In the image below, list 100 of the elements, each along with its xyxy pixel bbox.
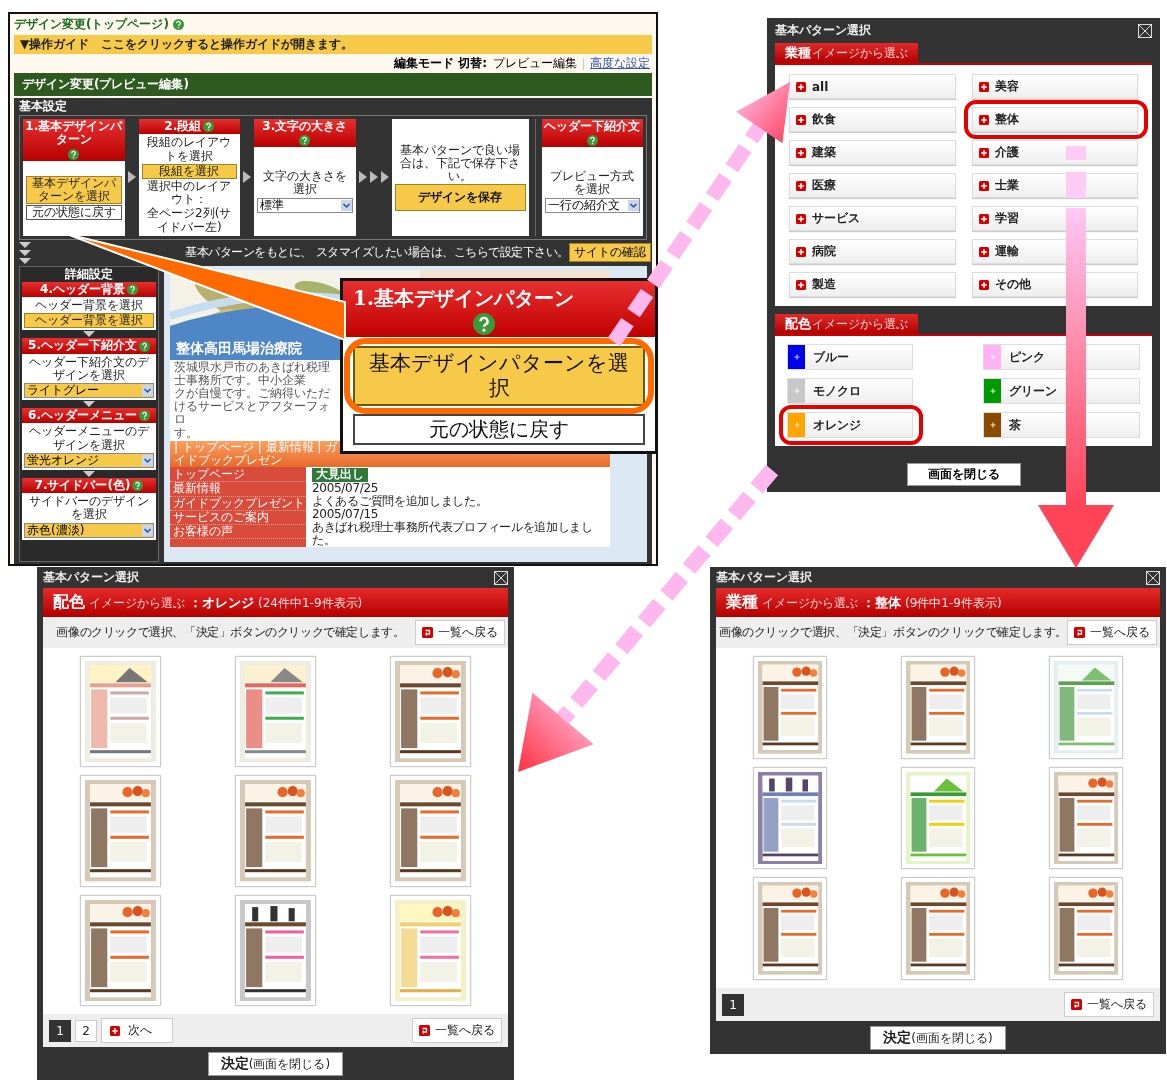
mode-label: 編集モード 切替: — [394, 55, 487, 72]
label-text: 基本パターンで良い場合は、下記で保存下さい。 — [399, 143, 521, 184]
caret-icon — [142, 454, 153, 466]
menu-item[interactable]: トップページ — [170, 468, 306, 483]
category-button[interactable]: 飲食 — [789, 107, 956, 132]
plus-icon — [796, 246, 806, 257]
menu-item[interactable]: お客様の声 — [170, 524, 306, 540]
plus-icon — [796, 213, 806, 224]
mode-value: プレビュー編集 — [493, 55, 577, 72]
select-button[interactable]: ヘッダー背景を選択 — [24, 313, 154, 329]
tab-subtitle: イメージから選ぶ — [812, 45, 908, 62]
dropdown[interactable]: 一行の紹介文 — [544, 197, 640, 213]
dialog-title: 基本パターン選択 — [716, 569, 812, 586]
step-title: 5.ヘッダー下紹介文 — [28, 339, 137, 353]
close-icon[interactable] — [494, 570, 508, 585]
page-button[interactable]: 2 — [75, 1019, 97, 1042]
hint-text: 基本パターンをもとに、 — [185, 244, 312, 262]
hint-text: スタマイズしたい場合は、こちらで設定下さい。 — [315, 244, 569, 262]
back-button[interactable]: 一覧へ戻る — [1067, 620, 1157, 645]
category-button[interactable]: 建築 — [789, 140, 956, 165]
label-text: 段組のレイアウトを選択 — [146, 136, 233, 163]
label-text: プレビュー方式を選択 — [549, 170, 636, 197]
header-title: 配色 — [53, 592, 85, 613]
news-date: 2005/07/25 — [312, 482, 379, 495]
arrow-icon — [127, 171, 136, 184]
back-button[interactable]: 一覧へ戻る — [412, 1018, 502, 1043]
close-button[interactable]: 画面を閉じる — [906, 463, 1021, 486]
select-button[interactable]: 基本デザインパターンを選択 — [353, 346, 645, 407]
plus-icon — [796, 147, 806, 158]
save-button[interactable]: デザインを保存 — [394, 184, 526, 212]
tab-title: 配色 — [785, 315, 811, 333]
category-button[interactable]: 製造 — [789, 272, 956, 297]
category-button[interactable]: 医療 — [789, 173, 956, 198]
category-button[interactable]: 病院 — [789, 239, 956, 264]
label-text: 選択中のレイアウト： — [146, 179, 233, 207]
color-button[interactable]: ブルー — [787, 344, 913, 370]
plus-icon — [978, 246, 989, 257]
confirm-button[interactable]: 決定(画面を閉じる) — [870, 1026, 1006, 1050]
return-icon — [422, 627, 433, 638]
dropdown[interactable]: 赤色(濃淡) — [24, 522, 154, 538]
step-title: 2.段組 — [164, 120, 202, 134]
dropdown[interactable]: 蛍光オレンジ — [24, 452, 154, 468]
dropdown[interactable]: 標準 — [257, 197, 353, 213]
plus-icon — [796, 81, 806, 92]
next-button[interactable]: 次へ — [101, 1018, 173, 1043]
menu-item[interactable]: 最新情報 — [170, 482, 306, 497]
plus-icon — [989, 354, 996, 360]
header-subtitle: イメージから選ぶ — [89, 595, 185, 612]
news-date: 2005/07/15 — [312, 507, 379, 521]
plus-icon — [796, 279, 806, 290]
down-arrow-icon — [83, 331, 95, 338]
back-button[interactable]: 一覧へ戻る — [1064, 992, 1154, 1017]
step-title: 1.基本デザインパターン — [25, 120, 123, 147]
color-button[interactable]: モノクロ — [787, 378, 913, 404]
site-check-button[interactable]: サイトの確認 — [568, 243, 651, 263]
reset-button[interactable]: 元の状態に戻す — [26, 205, 122, 221]
close-icon[interactable] — [1146, 570, 1160, 585]
category-button[interactable]: 整体 — [971, 107, 1138, 132]
category-button[interactable]: all — [789, 74, 956, 99]
label-text: ヘッダー下紹介文のデザインを選択 — [28, 355, 150, 382]
menu-item[interactable]: サービスのご案内 — [170, 510, 306, 525]
instruction-text: 画像のクリックで選択、「決定」ボタンのクリックで確定します。 — [55, 624, 406, 641]
color-button[interactable]: オレンジ — [787, 412, 913, 438]
dropdown[interactable]: ライトグレー — [24, 383, 154, 399]
tab-subtitle: イメージから選ぶ — [812, 316, 908, 333]
plus-icon — [978, 213, 989, 224]
category-button[interactable]: サービス — [789, 206, 956, 231]
close-icon[interactable] — [1138, 23, 1152, 38]
select-button[interactable]: 段組を選択 — [141, 163, 237, 179]
label-text: サイドバーのデザインを選択 — [28, 495, 150, 522]
reset-button[interactable]: 元の状態に戻す — [353, 414, 645, 446]
dialog-title: 基本パターン選択 — [43, 569, 139, 586]
section-header: デザイン変更(プレビュー編集) — [14, 73, 652, 96]
page-button[interactable]: 1 — [722, 993, 744, 1016]
down-arrow-icon — [83, 401, 95, 408]
caret-icon — [142, 385, 153, 397]
section-label: 基本設定 — [19, 100, 68, 114]
down-arrow-icon — [83, 470, 95, 477]
guide-bar[interactable]: ▼操作ガイド ここをクリックすると操作ガイドが開きます。 — [14, 35, 652, 54]
label-text: 全ページ2列(サイドバー左) — [146, 207, 233, 234]
category-button[interactable]: 美容 — [971, 74, 1138, 99]
news-text: よくあるご質問を追加しました。 — [312, 494, 488, 508]
page-title: デザイン変更(トップページ) — [14, 16, 169, 33]
plus-icon — [793, 388, 800, 394]
back-button[interactable]: 一覧へ戻る — [415, 620, 505, 645]
menu-item[interactable]: ガイドブックプレゼント — [170, 496, 306, 511]
step-title: 4.ヘッダー背景 — [40, 282, 125, 297]
result-count: (9件中1-9件表示) — [905, 595, 1002, 612]
intro-text: 茨城県水戸市のあきばれ税理士事務所です。中小企業 — [174, 360, 331, 387]
category-button[interactable]: 介護 — [971, 140, 1138, 165]
confirm-button[interactable]: 決定(画面を閉じる) — [207, 1052, 344, 1076]
select-button[interactable]: 基本デザインパターンを選択 — [26, 175, 122, 205]
plus-icon — [978, 114, 989, 125]
advanced-link[interactable]: 高度な設定 — [590, 55, 650, 72]
caret-icon — [142, 524, 153, 536]
page-button[interactable]: 1 — [49, 1019, 71, 1042]
plus-icon — [989, 388, 996, 394]
return-icon — [419, 1025, 430, 1036]
arrow-icon — [243, 171, 251, 184]
site-name: 整体高田馬場治療院 — [176, 339, 302, 358]
